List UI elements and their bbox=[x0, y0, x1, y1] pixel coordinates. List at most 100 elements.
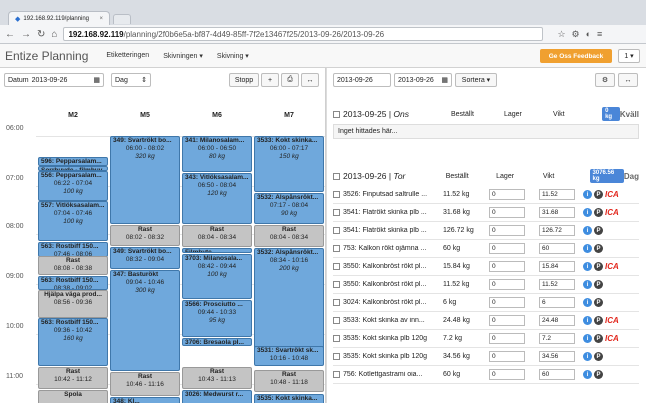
break-block[interactable]: Rast 08:02 - 08:32 bbox=[110, 225, 180, 246]
order-row[interactable]: 3024: Kalkonbröst rökt pl... 6 kg 0 6 i P bbox=[333, 294, 639, 312]
break-block[interactable]: Rast 10:43 - 11:13 bbox=[182, 367, 252, 389]
production-block[interactable]: 556: Pepparsalam... 06:22 - 07:04 100 kg bbox=[38, 171, 108, 201]
menu-skivning[interactable]: Skivning ▾ bbox=[217, 52, 249, 60]
order-row[interactable]: 3533: Kokt skinka av inn... 24.48 kg 0 24.4… bbox=[333, 312, 639, 330]
weight-input[interactable]: 34.56 bbox=[539, 351, 575, 362]
date-input[interactable]: Datum 2013-09-26 ▦ bbox=[4, 73, 104, 87]
sort-button[interactable]: Sortera ▾ bbox=[455, 73, 497, 87]
browser-tab[interactable]: ◆ 192.168.92.119/planning × bbox=[8, 11, 110, 25]
production-block[interactable]: 563: Rostbiff 150... 07:46 - 08:06 bbox=[38, 242, 108, 257]
production-block[interactable]: 348: Kl... bbox=[110, 397, 180, 403]
production-block[interactable]: 343: Vitlöksasalam... 06:50 - 08:04 120 kg bbox=[182, 173, 252, 224]
weight-input[interactable]: 15.84 bbox=[539, 261, 575, 272]
production-block[interactable]: 3535: Kokt skinka... bbox=[254, 394, 324, 403]
stock-input[interactable]: 0 bbox=[489, 261, 525, 272]
stock-input[interactable]: 0 bbox=[489, 315, 525, 326]
stock-input[interactable]: 0 bbox=[489, 297, 525, 308]
info-icon[interactable]: i bbox=[583, 316, 592, 325]
close-tab-icon[interactable]: × bbox=[99, 16, 103, 22]
production-block[interactable]: 3026: Medwurst r... bbox=[182, 390, 252, 403]
extension-icon[interactable]: ◐ bbox=[586, 29, 591, 40]
row-checkbox[interactable] bbox=[333, 353, 340, 360]
menu-icon[interactable]: ≡ bbox=[597, 29, 602, 40]
stock-input[interactable]: 0 bbox=[489, 279, 525, 290]
production-block[interactable]: 563: Rostbiff 150... 09:36 - 10:42 160 kg bbox=[38, 318, 108, 366]
p-icon[interactable]: P bbox=[594, 280, 603, 289]
production-block[interactable]: 349: Svartrökt bo... 08:32 - 09:04 bbox=[110, 247, 180, 269]
brand-title[interactable]: Entize Planning bbox=[5, 49, 88, 63]
production-block[interactable]: 3532: Alspånsrökt... 07:17 - 08:04 90 kg bbox=[254, 193, 324, 224]
production-block[interactable]: 557: Vitlöksasalam... 07:04 - 07:46 100 kg bbox=[38, 201, 108, 241]
weight-input[interactable]: 126.72 bbox=[539, 225, 575, 236]
day-checkbox[interactable] bbox=[333, 110, 340, 118]
info-icon[interactable]: i bbox=[583, 190, 592, 199]
production-block[interactable]: Filmbyte bbox=[182, 248, 252, 253]
p-icon[interactable]: P bbox=[594, 334, 603, 343]
production-block[interactable]: 3533: Kokt skinka... 06:00 - 07:17 150 kg bbox=[254, 136, 324, 192]
info-icon[interactable]: i bbox=[583, 352, 592, 361]
row-checkbox[interactable] bbox=[333, 299, 340, 306]
calendar-icon[interactable]: ▦ bbox=[93, 76, 100, 84]
order-row[interactable]: 3526: Finputsad saltrulle ... 11.52 kg 0 11… bbox=[333, 186, 639, 204]
expand-button[interactable]: ↔ bbox=[301, 73, 319, 87]
row-checkbox[interactable] bbox=[333, 209, 340, 216]
break-block[interactable]: Spola bbox=[38, 390, 108, 403]
stock-input[interactable]: 0 bbox=[489, 189, 525, 200]
row-checkbox[interactable] bbox=[333, 317, 340, 324]
order-row[interactable]: 3535: Kokt skinka plb 120g 34.56 kg 0 34.56… bbox=[333, 348, 639, 366]
break-block[interactable]: Rast 08:08 - 08:38 bbox=[38, 256, 108, 275]
stock-input[interactable]: 0 bbox=[489, 333, 525, 344]
break-block[interactable]: Rast 10:48 - 11:18 bbox=[254, 370, 324, 392]
info-icon[interactable]: i bbox=[583, 370, 592, 379]
p-icon[interactable]: P bbox=[594, 298, 603, 307]
production-block[interactable]: 347: Basturökt 09:04 - 10:46 300 kg bbox=[110, 270, 180, 371]
print-button[interactable]: ⎙ bbox=[281, 73, 299, 87]
forward-icon[interactable]: → bbox=[21, 29, 31, 40]
add-button[interactable]: + bbox=[261, 73, 279, 87]
order-row[interactable]: 3535: Kokt skinka plb 120g 7.2 kg 0 7.2 i P IC… bbox=[333, 330, 639, 348]
settings-gear-icon[interactable]: ⚙ bbox=[572, 29, 580, 40]
from-date-input[interactable]: 2013-09-26 bbox=[333, 73, 391, 87]
reload-icon[interactable]: ↻ bbox=[37, 29, 45, 40]
row-checkbox[interactable] bbox=[333, 371, 340, 378]
stock-input[interactable]: 0 bbox=[489, 369, 525, 380]
settings-button[interactable]: ⚙ bbox=[595, 73, 615, 87]
weight-input[interactable]: 31.68 bbox=[539, 207, 575, 218]
home-icon[interactable]: ⌂ bbox=[51, 29, 57, 40]
shift-dropdown[interactable]: Dag bbox=[624, 172, 639, 181]
info-icon[interactable]: i bbox=[583, 280, 592, 289]
bookmark-star-icon[interactable]: ☆ bbox=[557, 29, 565, 40]
order-row[interactable]: 3550: Kalkonbröst rökt pl... 11.52 kg 0 11.… bbox=[333, 276, 639, 294]
row-checkbox[interactable] bbox=[333, 335, 340, 342]
production-block[interactable]: 3532: Alspånsrökt... 08:34 - 10:16 200 kg bbox=[254, 248, 324, 356]
shift-dropdown[interactable]: Kväll bbox=[620, 110, 639, 119]
info-icon[interactable]: i bbox=[583, 298, 592, 307]
row-checkbox[interactable] bbox=[333, 191, 340, 198]
feedback-button[interactable]: Ge Oss Feedback bbox=[540, 49, 612, 63]
menu-etikettering[interactable]: Etiketteringen bbox=[106, 52, 149, 59]
order-row[interactable]: 3550: Kalkonbröst rökt pl... 15.84 kg 0 15.… bbox=[333, 258, 639, 276]
break-block[interactable]: Hjälpa väga prod... 08:56 - 09:36 bbox=[38, 290, 108, 318]
break-block[interactable]: Rast 08:04 - 08:34 bbox=[254, 225, 324, 247]
break-block[interactable]: Rast 10:46 - 11:16 bbox=[110, 372, 180, 396]
expand-button[interactable]: ↔ bbox=[618, 73, 638, 87]
weight-input[interactable]: 6 bbox=[539, 297, 575, 308]
break-block[interactable]: Rast 10:42 - 11:12 bbox=[38, 367, 108, 389]
production-block[interactable]: 3703: Milanosala... 08:42 - 09:44 100 kg bbox=[182, 254, 252, 299]
user-menu-button[interactable]: 1 ▾ bbox=[618, 49, 640, 63]
weight-input[interactable]: 60 bbox=[539, 369, 575, 380]
p-icon[interactable]: P bbox=[594, 190, 603, 199]
weight-input[interactable]: 11.52 bbox=[539, 279, 575, 290]
row-checkbox[interactable] bbox=[333, 263, 340, 270]
info-icon[interactable]: i bbox=[583, 208, 592, 217]
p-icon[interactable]: P bbox=[594, 226, 603, 235]
production-block[interactable]: 3706: Bresaola pl... bbox=[182, 338, 252, 346]
row-checkbox[interactable] bbox=[333, 281, 340, 288]
production-block[interactable]: 563: Rostbiff 150... 08:38 - 09:02 bbox=[38, 276, 108, 290]
weight-input[interactable]: 7.2 bbox=[539, 333, 575, 344]
info-icon[interactable]: i bbox=[583, 334, 592, 343]
p-icon[interactable]: P bbox=[594, 208, 603, 217]
weight-input[interactable]: 60 bbox=[539, 243, 575, 254]
production-block[interactable]: 349: Svartrökt bo... 06:00 - 08:02 320 kg bbox=[110, 136, 180, 224]
production-block[interactable]: 3531: Svartrökt sk... 10:16 - 10:48 bbox=[254, 346, 324, 366]
